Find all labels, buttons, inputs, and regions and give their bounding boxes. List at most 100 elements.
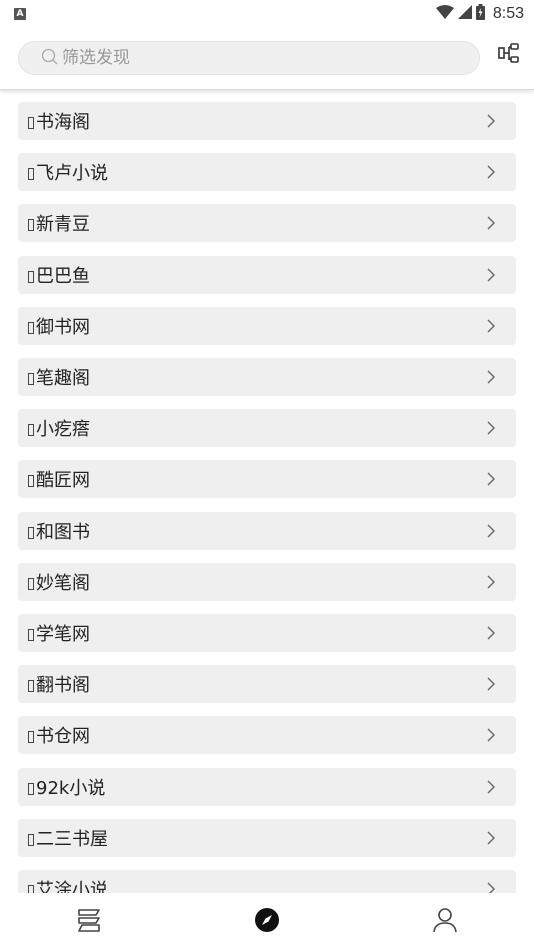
missing-glyph-icon [28, 219, 34, 232]
source-list-item-label: 飞卢小说 [28, 159, 484, 185]
source-list-item[interactable]: 笔趣阁 [18, 358, 516, 396]
chevron-right-icon [484, 472, 498, 486]
missing-glyph-icon [28, 833, 34, 846]
missing-glyph-icon [28, 168, 34, 181]
chevron-right-icon [484, 728, 498, 742]
source-name: 92k小说 [36, 777, 106, 799]
chevron-right-icon [484, 677, 498, 691]
source-list-item[interactable]: 艾涂小说 [18, 870, 516, 893]
group-toggle-icon [498, 43, 520, 69]
source-list-item[interactable]: 小疙瘩 [18, 409, 516, 448]
source-list-item[interactable]: 飞卢小说 [18, 153, 516, 192]
missing-glyph-icon [28, 731, 34, 744]
source-list-item[interactable]: 翻书阁 [18, 665, 516, 704]
source-list-item-label: 艾涂小说 [28, 876, 484, 893]
source-list-item[interactable]: 和图书 [18, 511, 516, 550]
source-name: 巴巴鱼 [36, 265, 90, 287]
chevron-right-icon [484, 319, 498, 333]
status-left: A [14, 8, 26, 20]
missing-glyph-icon [28, 885, 34, 893]
nav-discover-button[interactable] [237, 897, 297, 947]
source-name: 新青豆 [36, 214, 90, 236]
battery-icon [475, 4, 485, 24]
status-right: 8:53 [435, 4, 524, 24]
source-name: 妙笔阁 [36, 572, 90, 594]
source-name: 翻书阁 [36, 675, 90, 697]
source-list-item-label: 和图书 [28, 518, 484, 544]
source-list-item-label: 书仓网 [28, 722, 484, 748]
bottom-nav [0, 893, 534, 950]
source-name: 和图书 [36, 521, 90, 543]
source-list-item-label: 新青豆 [28, 210, 484, 236]
source-list-item[interactable]: 二三书屋 [18, 818, 516, 857]
chevron-right-icon [484, 370, 498, 384]
source-list-item[interactable]: 学笔网 [18, 614, 516, 652]
missing-glyph-icon [28, 321, 34, 334]
search-box[interactable] [18, 41, 480, 75]
search-icon [41, 48, 58, 69]
chevron-right-icon [484, 831, 498, 845]
source-list[interactable]: 书海阁飞卢小说新青豆巴巴鱼御书网笔趣阁小疙瘩酷匠网和图书妙笔阁学笔网翻书阁书仓网… [0, 90, 534, 893]
nav-bookshelf-button[interactable] [59, 897, 119, 947]
compass-icon [253, 906, 281, 938]
source-list-item-label: 妙笔阁 [28, 569, 484, 595]
source-name: 书仓网 [36, 726, 90, 748]
status-time: 8:53 [492, 5, 524, 22]
source-list-item-label: 二三书屋 [28, 825, 484, 851]
source-list-item[interactable]: 新青豆 [18, 204, 516, 243]
source-name: 学笔网 [36, 624, 90, 645]
source-list-item-label: 酷匠网 [28, 466, 484, 492]
source-name: 二三书屋 [36, 828, 108, 850]
chevron-right-icon [484, 524, 498, 538]
wifi-icon [435, 5, 454, 23]
chevron-right-icon [484, 575, 498, 589]
missing-glyph-icon [28, 270, 34, 283]
chevron-right-icon [484, 780, 498, 794]
source-list-item-label: 小疙瘩 [28, 415, 484, 441]
missing-glyph-icon [28, 475, 34, 488]
group-toggle-button[interactable] [494, 41, 524, 71]
chevron-right-icon [484, 268, 498, 282]
source-list-item[interactable]: 书海阁 [18, 102, 516, 140]
source-list-item-label: 学笔网 [28, 620, 484, 646]
source-list-item[interactable]: 妙笔阁 [18, 562, 516, 601]
status-bar: A 8:53 [0, 0, 534, 28]
source-list-item[interactable]: 御书网 [18, 306, 516, 345]
search-header [0, 28, 534, 90]
source-list-item[interactable]: 巴巴鱼 [18, 255, 516, 294]
chevron-right-icon [484, 165, 498, 179]
chevron-right-icon [484, 626, 498, 640]
source-list-item-label: 翻书阁 [28, 671, 484, 697]
nav-profile-button[interactable] [415, 897, 475, 947]
missing-glyph-icon [28, 577, 34, 590]
signal-icon [457, 5, 472, 23]
profile-icon [431, 906, 459, 938]
missing-glyph-icon [28, 117, 34, 129]
source-name: 书海阁 [36, 112, 90, 133]
bookshelf-icon [75, 906, 103, 938]
chevron-right-icon [484, 114, 498, 128]
source-list-item[interactable]: 酷匠网 [18, 460, 516, 499]
source-name: 御书网 [36, 316, 90, 338]
missing-glyph-icon [28, 782, 34, 795]
source-list-item[interactable]: 92k小说 [18, 767, 516, 806]
missing-glyph-icon [28, 424, 34, 437]
source-list-item[interactable]: 书仓网 [18, 716, 516, 755]
missing-glyph-icon [28, 526, 34, 539]
missing-glyph-icon [28, 373, 34, 385]
source-name: 飞卢小说 [36, 163, 108, 185]
chevron-right-icon [484, 882, 498, 893]
search-input[interactable] [62, 48, 442, 68]
source-name: 酷匠网 [36, 470, 90, 492]
source-list-item-label: 笔趣阁 [28, 364, 484, 390]
source-name: 艾涂小说 [36, 880, 108, 893]
source-name: 小疙瘩 [36, 419, 90, 441]
chevron-right-icon [484, 421, 498, 435]
source-list-item-label: 御书网 [28, 313, 484, 339]
source-list-item-label: 巴巴鱼 [28, 262, 484, 288]
chevron-right-icon [484, 216, 498, 230]
source-list-item-label: 92k小说 [28, 774, 484, 800]
missing-glyph-icon [28, 629, 34, 641]
source-name: 笔趣阁 [36, 368, 90, 389]
notification-badge: A [14, 8, 26, 20]
